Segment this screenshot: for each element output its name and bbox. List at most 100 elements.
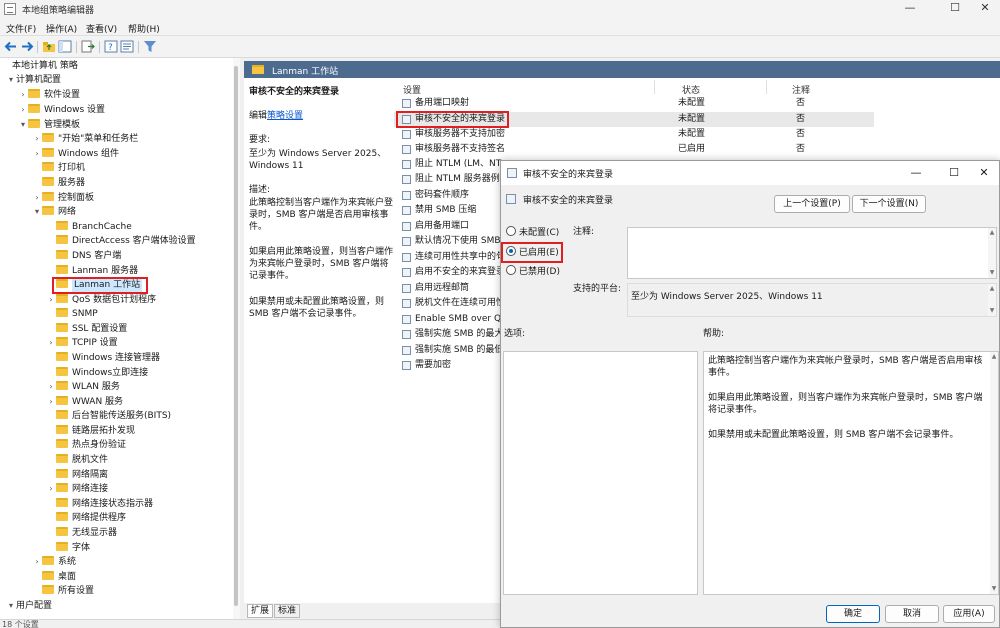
tree-item-branchcache[interactable]: BranchCache xyxy=(46,220,132,234)
tree-item-windows-connect-now[interactable]: Windows立即连接 xyxy=(46,366,148,380)
scroll-up-icon[interactable]: ▲ xyxy=(988,285,996,293)
tree-item-wcm[interactable]: Windows 连接管理器 xyxy=(46,351,160,365)
tree-item-ssl[interactable]: SSL 配置设置 xyxy=(46,322,127,336)
tree-item-snmp[interactable]: SNMP xyxy=(46,307,98,321)
edit-policy-link[interactable]: 策略设置 xyxy=(267,111,303,121)
tree-item-wireless-display[interactable]: 无线显示器 xyxy=(46,526,117,540)
menu-file[interactable]: 文件(F) xyxy=(6,22,36,35)
tree-item-system[interactable]: › 系统 xyxy=(32,555,76,569)
expand-icon[interactable]: › xyxy=(46,380,56,394)
help-icon[interactable]: ? xyxy=(104,40,118,53)
scroll-down-icon[interactable]: ▼ xyxy=(988,307,996,315)
column-divider[interactable] xyxy=(766,80,767,94)
tree-item-software-settings[interactable]: › 软件设置 xyxy=(18,88,80,102)
prev-setting-button[interactable]: 上一个设置(P) xyxy=(774,195,850,213)
list-row[interactable]: 备用端口映射 未配置 否 xyxy=(394,96,874,111)
tree-item-printers[interactable]: 打印机 xyxy=(32,161,85,175)
tree-item-qos[interactable]: › QoS 数据包计划程序 xyxy=(46,293,156,307)
column-header-comment[interactable]: 注释 xyxy=(792,83,810,96)
tree-scrollbar[interactable] xyxy=(233,58,240,619)
close-button[interactable]: ✕ xyxy=(970,0,1000,18)
menu-help[interactable]: 帮助(H) xyxy=(128,22,160,35)
tree-item-lanman-workstation[interactable]: Lanman 工作站 xyxy=(46,278,143,292)
expand-icon[interactable]: › xyxy=(32,132,42,146)
expand-icon[interactable]: › xyxy=(46,293,56,307)
tree-item-wlan[interactable]: › WLAN 服务 xyxy=(46,380,120,394)
expand-icon[interactable]: ▾ xyxy=(6,73,16,87)
dialog-close-button[interactable]: ✕ xyxy=(971,163,997,183)
tree-item-dns-client[interactable]: DNS 客户端 xyxy=(46,249,121,263)
tree-item-bits[interactable]: 后台智能传送服务(BITS) xyxy=(46,409,171,423)
export-list-icon[interactable] xyxy=(81,40,95,53)
ok-button[interactable]: 确定 xyxy=(826,605,880,623)
tab-standard[interactable]: 标准 xyxy=(274,604,301,618)
forward-icon[interactable] xyxy=(20,40,34,53)
menu-view[interactable]: 查看(V) xyxy=(86,22,117,35)
expand-icon[interactable]: ▾ xyxy=(32,205,42,219)
comment-textarea[interactable]: ▲ ▼ xyxy=(627,227,997,279)
list-row[interactable]: 审核服务器不支持签名 已启用 否 xyxy=(394,142,874,157)
tab-extended[interactable]: 扩展 xyxy=(247,604,274,618)
back-icon[interactable] xyxy=(4,40,18,53)
radio-circle[interactable] xyxy=(506,246,516,256)
scroll-up-icon[interactable]: ▲ xyxy=(990,353,998,361)
comment-scrollbar[interactable]: ▲ ▼ xyxy=(988,228,996,278)
scroll-down-icon[interactable]: ▼ xyxy=(988,269,996,277)
tree-item-tcpip[interactable]: › TCPIP 设置 xyxy=(46,336,118,350)
list-row[interactable]: 审核服务器不支持加密 未配置 否 xyxy=(394,127,874,142)
show-hide-tree-icon[interactable] xyxy=(58,40,72,53)
scroll-thumb[interactable] xyxy=(234,66,238,606)
next-setting-button[interactable]: 下一个设置(N) xyxy=(852,195,926,213)
scroll-down-icon[interactable]: ▼ xyxy=(990,585,998,593)
tree-item-computer-config[interactable]: ▾ 计算机配置 xyxy=(6,73,61,87)
maximize-button[interactable]: ☐ xyxy=(940,0,970,18)
dialog-maximize-button[interactable]: ☐ xyxy=(941,163,967,183)
expand-icon[interactable]: › xyxy=(46,482,56,496)
menu-action[interactable]: 操作(A) xyxy=(46,22,77,35)
dialog-minimize-button[interactable]: — xyxy=(903,163,929,183)
expand-icon[interactable]: › xyxy=(46,395,56,409)
tree-item-hotspot-auth[interactable]: 热点身份验证 xyxy=(46,438,126,452)
tree-item-user-config[interactable]: ▾ 用户配置 xyxy=(6,599,52,613)
column-header-state[interactable]: 状态 xyxy=(682,83,700,96)
expand-icon[interactable]: › xyxy=(32,555,42,569)
platform-scrollbar[interactable]: ▲ ▼ xyxy=(988,284,996,316)
tree-item-windows-settings[interactable]: › Windows 设置 xyxy=(18,103,105,117)
tree-item-start-menu[interactable]: › "开始"菜单和任务栏 xyxy=(32,132,138,146)
column-divider[interactable] xyxy=(654,80,655,94)
tree-item-local-policy[interactable]: 本地计算机 策略 xyxy=(2,59,78,73)
expand-icon[interactable]: ▾ xyxy=(18,118,28,132)
tree-item-control-panel[interactable]: › 控制面板 xyxy=(32,191,94,205)
tree-item-network-connections[interactable]: › 网络连接 xyxy=(46,482,108,496)
help-scrollbar[interactable]: ▲ ▼ xyxy=(990,352,998,594)
tree-item-all-settings[interactable]: 所有设置 xyxy=(32,584,94,598)
expand-icon[interactable]: › xyxy=(18,88,28,102)
expand-icon[interactable]: › xyxy=(46,336,56,350)
tree-item-server[interactable]: 服务器 xyxy=(32,176,85,190)
radio-circle[interactable] xyxy=(506,265,516,275)
tree-item-ncsi[interactable]: 网络连接状态指示器 xyxy=(46,497,153,511)
apply-button[interactable]: 应用(A) xyxy=(943,605,995,623)
tree-item-lanman-server[interactable]: Lanman 服务器 xyxy=(46,264,138,278)
cancel-button[interactable]: 取消 xyxy=(885,605,939,623)
tree-item-network[interactable]: ▾ 网络 xyxy=(32,205,76,219)
tree-item-wwan[interactable]: › WWAN 服务 xyxy=(46,395,123,409)
radio-disabled[interactable]: 已禁用(D) xyxy=(506,265,560,279)
tree-item-admin-templates[interactable]: ▾ 管理模板 xyxy=(18,118,80,132)
tree-item-windows-components[interactable]: › Windows 组件 xyxy=(32,147,119,161)
tree-item-network-provider[interactable]: 网络提供程序 xyxy=(46,511,126,525)
list-row[interactable]: 审核不安全的来宾登录 未配置 否 xyxy=(394,112,874,127)
expand-icon[interactable]: › xyxy=(18,103,28,117)
up-folder-icon[interactable] xyxy=(42,40,56,53)
tree-item-lltd[interactable]: 链路层拓扑发现 xyxy=(46,424,135,438)
properties-icon[interactable] xyxy=(120,40,134,53)
expand-icon[interactable]: ▾ xyxy=(6,599,16,613)
tree-item-network-isolation[interactable]: 网络隔离 xyxy=(46,468,108,482)
tree-item-desktop[interactable]: 桌面 xyxy=(32,570,76,584)
tree-item-offline-files[interactable]: 脱机文件 xyxy=(46,453,108,467)
radio-enabled[interactable]: 已启用(E) xyxy=(506,246,559,260)
expand-icon[interactable]: › xyxy=(32,191,42,205)
minimize-button[interactable]: — xyxy=(895,0,925,18)
column-header-setting[interactable]: 设置 xyxy=(403,83,421,96)
scroll-up-icon[interactable]: ▲ xyxy=(988,229,996,237)
